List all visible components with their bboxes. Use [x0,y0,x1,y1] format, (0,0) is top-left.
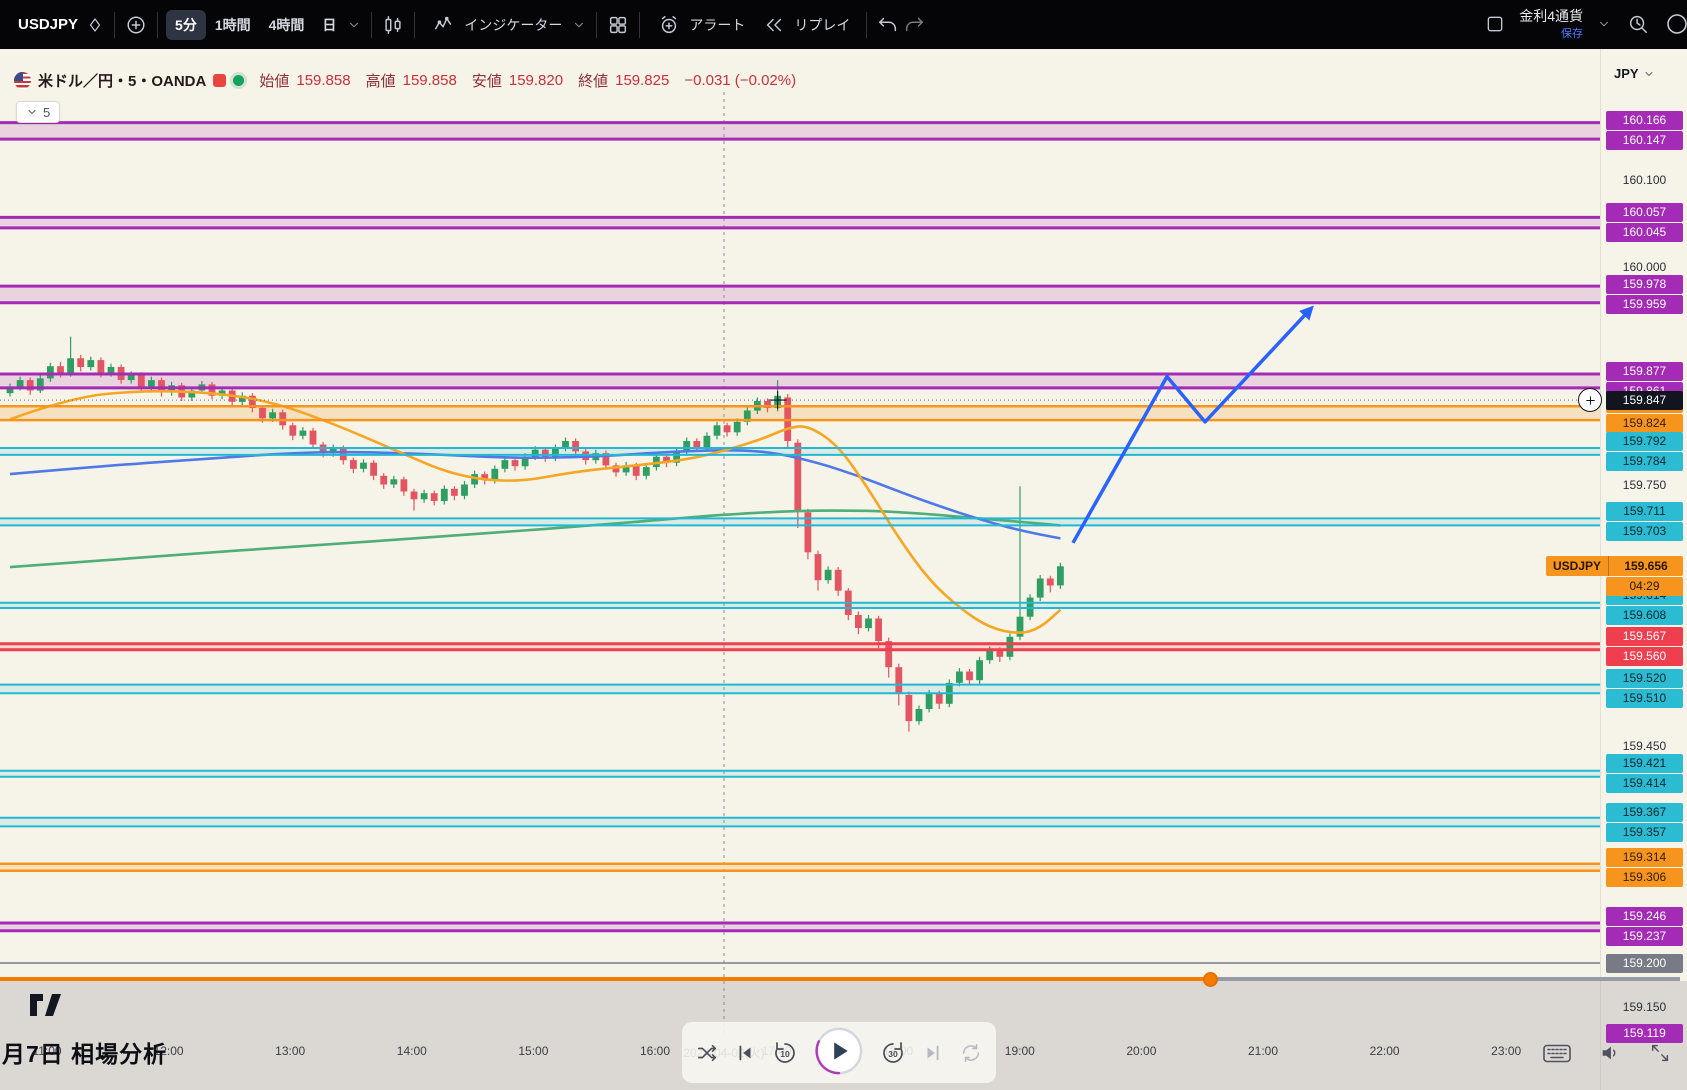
indicators-label: インジケーター [464,15,562,35]
video-watermark-title: 月7日 相場分析 [2,1035,167,1069]
low-label: 安値 [472,70,502,91]
time-label: 14:00 [390,1044,434,1058]
divider [414,12,415,38]
interval-group: 5分1時間4時間日 [166,10,345,40]
time-label: 21:00 [1241,1044,1285,1058]
interval-button-1[interactable]: 1時間 [206,10,260,40]
replay-label: リプレイ [794,15,850,35]
open-value: 159.858 [296,72,350,89]
redo-icon[interactable] [901,12,927,38]
symbol-button[interactable]: USDJPY [10,16,84,33]
interval-button-3[interactable]: 日 [313,10,345,40]
replay-progress-done[interactable] [0,977,1210,981]
layout-block[interactable]: 金利4通貨 保存 [1519,8,1583,41]
indicators-chevron-icon[interactable] [570,16,588,34]
us-flag-icon [14,72,31,89]
currency-label: JPY [1614,66,1639,81]
change-value: −0.031 (−0.02%) [684,72,796,89]
collapse-count: 5 [43,105,50,120]
collapse-indicators-button[interactable]: 5 [16,101,60,123]
interval-button-0[interactable]: 5分 [166,10,206,40]
currency-dropdown[interactable]: JPY [1614,66,1655,81]
crosshair-add-alert-button[interactable] [1578,388,1602,412]
ohlc-header: 米ドル／円・5・OANDA 始値 159.858 高値 159.858 安値 159.… [14,70,796,91]
interval-chevron-icon[interactable] [345,16,363,34]
open-label: 始値 [259,70,289,91]
toolbar-right: 金利4通貨 保存 [1483,8,1677,41]
replay-progress-handle[interactable] [1203,972,1218,987]
divider [866,12,867,38]
speaker-icon[interactable] [1597,1040,1623,1066]
layout-name[interactable]: 金利4通貨 [1519,8,1583,25]
high-label: 高値 [366,70,396,91]
replay-progress-rest[interactable] [1210,977,1680,981]
shuffle-jump-icon[interactable] [696,1042,718,1064]
alert-label: アラート [689,15,745,35]
keyboard-icon[interactable] [1541,1042,1573,1065]
divider [114,12,115,38]
cut-off-icon[interactable] [1663,10,1687,38]
close-value: 159.825 [615,72,669,89]
divider [371,12,372,38]
interval-button-2[interactable]: 4時間 [260,10,314,40]
replay-controls: 10 30 [682,1022,996,1083]
play-button[interactable] [814,1026,864,1079]
price-axis-border [1600,49,1601,1090]
step-back-icon[interactable] [734,1042,756,1064]
divider [639,12,640,38]
svg-text:30: 30 [888,1049,898,1059]
rewind-10-icon[interactable]: 10 [772,1040,798,1066]
bottom-right-icons [1541,1040,1673,1066]
undo-icon[interactable] [875,12,901,38]
high-value: 159.858 [403,72,457,89]
symbol-flag-icon[interactable] [84,14,106,36]
compare-add-icon[interactable] [123,12,149,38]
autoplay-loop-icon[interactable] [960,1042,982,1064]
time-label: 23:00 [1484,1044,1528,1058]
layout-grid-icon[interactable] [605,12,631,38]
symbol-title[interactable]: 米ドル／円・5・OANDA [38,70,206,91]
clock-search-icon[interactable] [1625,11,1651,37]
forward-30-icon[interactable]: 30 [880,1040,906,1066]
layout-chevron-icon[interactable] [1595,15,1613,33]
time-label: 20:00 [1119,1044,1163,1058]
divider [596,12,597,38]
time-label: 22:00 [1363,1044,1407,1058]
step-forward-icon[interactable] [922,1042,944,1064]
svg-text:10: 10 [780,1049,790,1059]
market-status-dot [233,75,244,86]
save-button[interactable]: 保存 [1561,25,1583,41]
fullscreen-icon[interactable] [1647,1040,1673,1066]
low-value: 159.820 [509,72,563,89]
top-toolbar: USDJPY 5分1時間4時間日 インジケーター アラート [0,0,1687,49]
tradingview-app: USDJPY 5分1時間4時間日 インジケーター アラート [0,0,1687,1090]
time-label: 19:00 [998,1044,1042,1058]
close-label: 終値 [578,70,608,91]
alarm-clock-icon [656,12,682,38]
watchlist-box-icon[interactable] [1483,12,1507,36]
rewind-icon [761,12,787,38]
red-badge-icon [213,74,226,87]
indicators-button[interactable]: インジケーター [423,6,570,44]
chart-type-icon[interactable] [380,12,406,38]
indicators-icon [431,12,457,38]
price-chart-svg[interactable] [0,0,1687,1090]
time-label: 13:00 [268,1044,312,1058]
alert-button[interactable]: アラート [648,6,753,44]
divider [157,12,158,38]
replay-button[interactable]: リプレイ [753,6,858,44]
time-label: 16:00 [633,1044,677,1058]
time-label: 15:00 [511,1044,555,1058]
tradingview-logo[interactable] [28,988,62,1025]
